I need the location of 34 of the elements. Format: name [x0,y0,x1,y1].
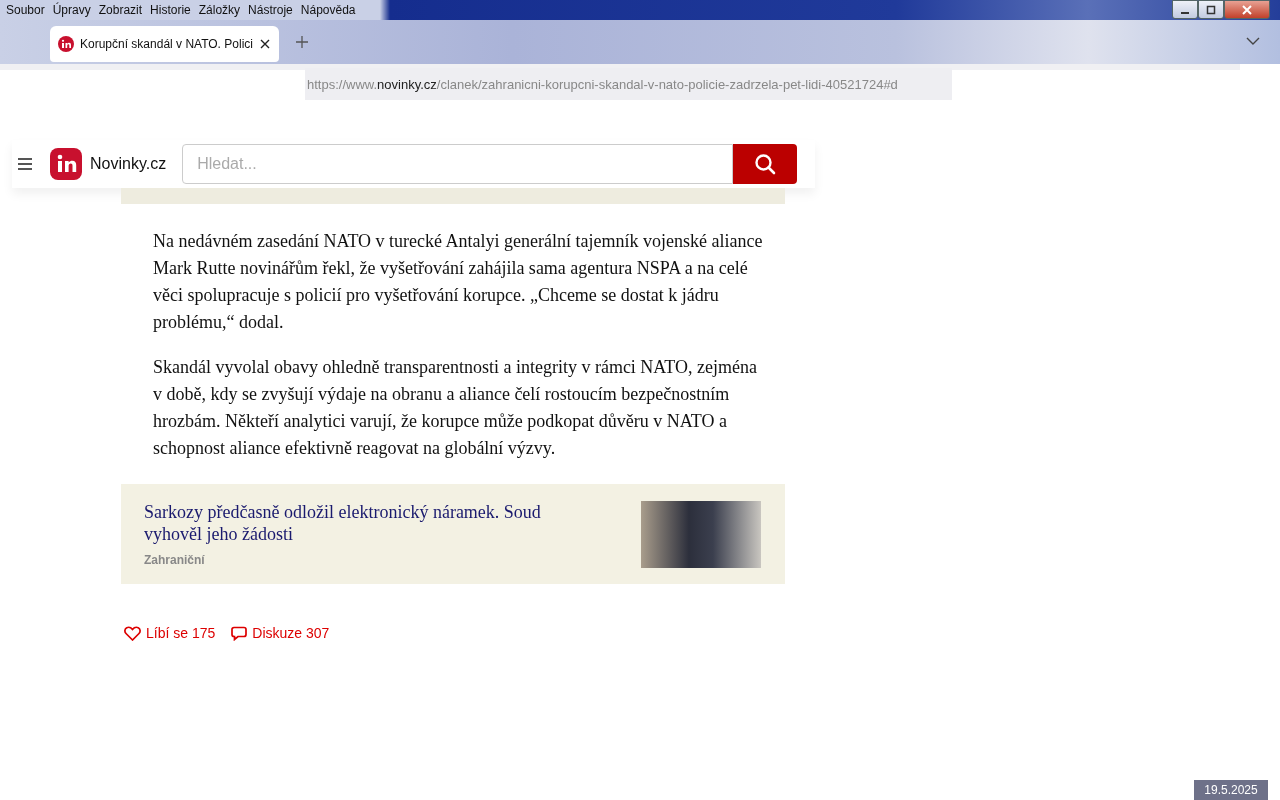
address-field[interactable]: https://www.novinky.cz/clanek/zahranicni-korupcni-skandal-v-nato-policie-zadrzela-pet-lidi-40521724#d [305,68,952,100]
site-logo-icon[interactable] [50,148,82,180]
article-paragraph: Na nedávném zasedání NATO v turecké Antalyi generální tajemník vojenské aliance Mark Rutte novinářům řekl, že vyšetřování zahájila sama agentura NSPA a na celé věci spolupracuje s policií pro vyšetřování korupce. „Chceme se dostat k jádru problému,“ dodal. [153,230,764,334]
menu-item[interactable]: Historie [146,0,195,20]
chevron-icon[interactable] [1246,36,1260,46]
menu-item[interactable]: Nápověda [296,0,360,20]
like-link[interactable]: Líbí se 175 [124,625,216,641]
site-logo-icon [58,36,74,52]
related-article-link[interactable]: Sarkozy předčasně odložil elektronický náramek. Soud vyhověl jeho žádosti [144,501,584,545]
article-paragraph: Skandál vyvolal obavy ohledně transparentnosti a integrity v rámci NATO, zejména v době, kdy se zvyšují výdaje na obranu a aliance čelí rostoucím bezpečnostním hrozbám. Někteří analytici varují, že korupce může podkopat důvěru v NATO a schopnost aliance efektivně reagovat na globální výzvy. [153,356,758,460]
new-tab-icon[interactable] [294,35,309,49]
menu-item[interactable]: Soubor [0,0,49,20]
discussion-link[interactable]: Diskuze 307 [231,625,330,641]
section-label: Zahraniční [144,553,206,567]
menu-item[interactable]: Nástroje [244,0,297,20]
speech-bubble-icon [231,625,248,641]
heart-icon [124,625,141,641]
taskbar-date: 19.5.2025 [1194,780,1268,800]
menu-item[interactable]: Úpravy [48,0,95,20]
close-button[interactable] [1224,0,1270,19]
menu-item[interactable]: Záložky [194,0,245,20]
close-icon [1241,4,1253,15]
maximize-button[interactable] [1198,0,1224,19]
minimize-button[interactable] [1172,0,1198,19]
close-icon[interactable] [258,38,271,50]
search-button[interactable] [733,144,798,184]
maximize-icon [1205,4,1217,15]
menu-icon[interactable] [17,157,33,171]
search-field[interactable]: Hledat... [182,144,734,184]
browser-tab[interactable]: Korupční skandál v NATO. Polici [50,26,279,62]
menu-item[interactable]: Zobrazit [94,0,147,20]
search-icon [754,153,777,175]
site-name[interactable]: Novinky.cz [90,155,167,173]
minimize-icon [1181,11,1189,14]
